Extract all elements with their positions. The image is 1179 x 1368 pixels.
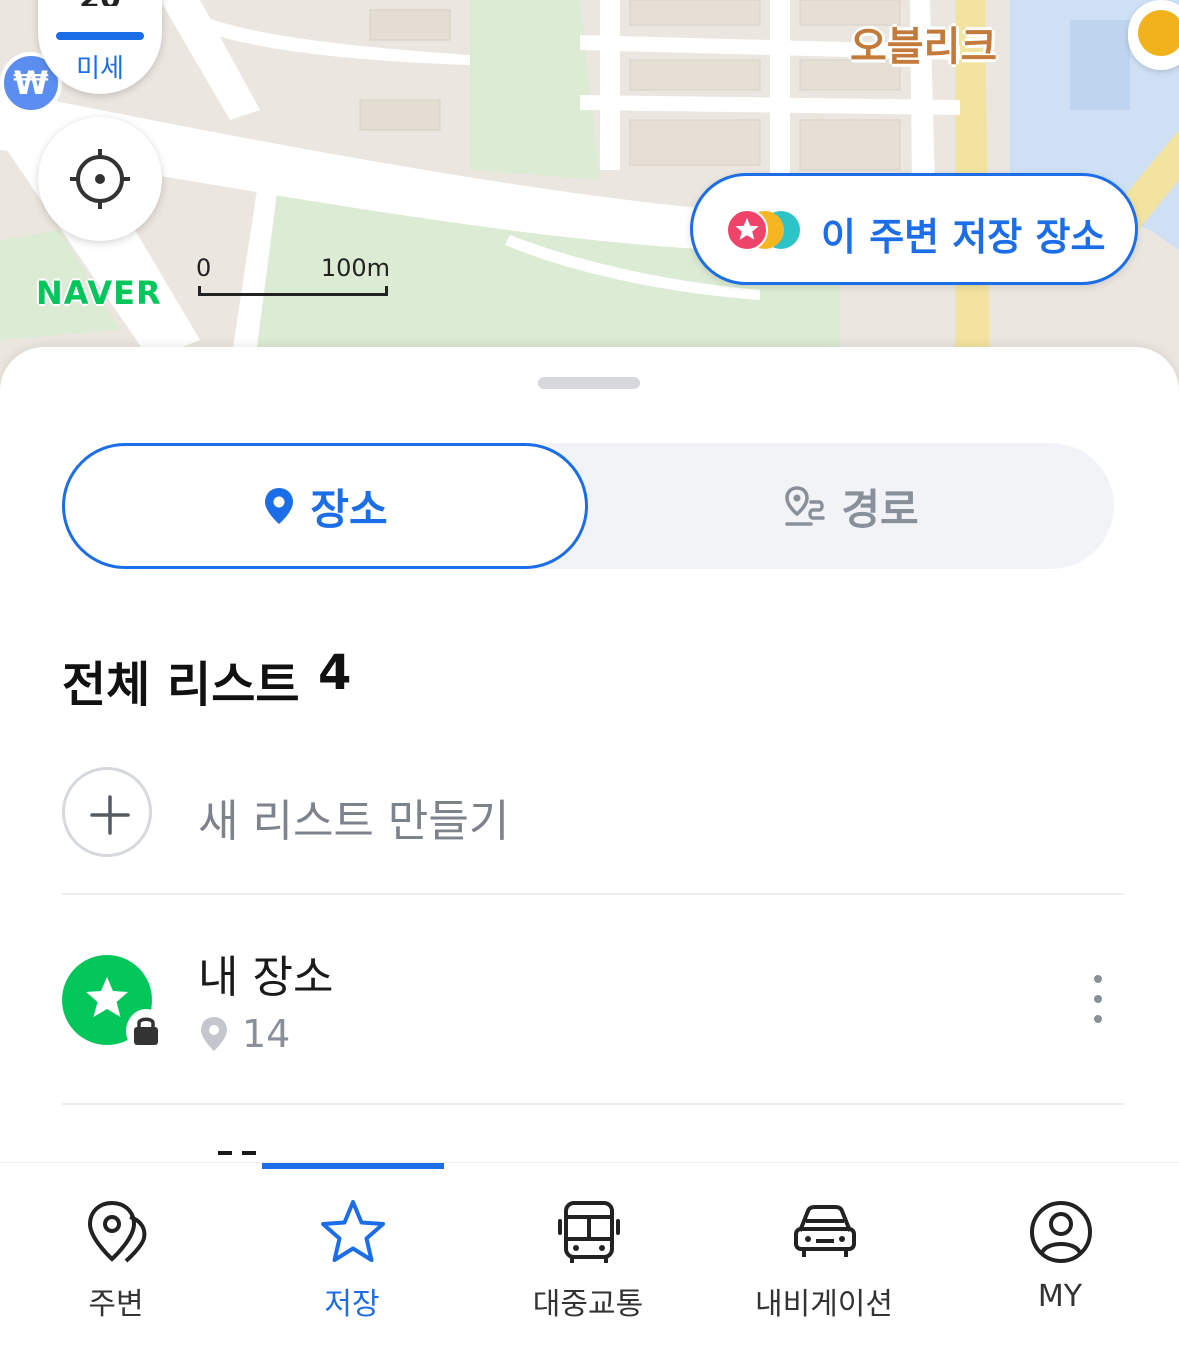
- route-icon: [785, 486, 826, 526]
- car-icon: [794, 1205, 856, 1257]
- list-item-my-places[interactable]: 내 장소 14: [62, 937, 1124, 1077]
- saved-lists-icon: [726, 209, 800, 251]
- plus-icon: [90, 795, 130, 835]
- star-icon: [86, 977, 128, 1017]
- new-list-button[interactable]: 새 리스트 만들기: [62, 767, 1124, 859]
- list-item-partial[interactable]: [62, 1147, 1124, 1163]
- bottom-navigation: 주변 저장 대중교통 내비게이션 MY: [0, 1162, 1179, 1368]
- saved-type-segmented-control: 장소 경로: [62, 443, 1114, 569]
- lock-icon: [134, 1017, 158, 1045]
- add-list-circle: [62, 767, 152, 857]
- list-item-count: 14: [242, 1012, 291, 1056]
- new-list-label: 새 리스트 만들기: [198, 796, 510, 847]
- more-options-icon[interactable]: [1086, 975, 1110, 1025]
- medal-icon: [1138, 10, 1179, 56]
- user-icon: [1030, 1201, 1092, 1263]
- map-view[interactable]: 오블리크 ₩ 20 미세 NAVER 0 100m 이 주변 저장 장소: [0, 0, 1179, 400]
- nav-my-label: MY: [1037, 1279, 1083, 1314]
- tab-place-label: 장소: [310, 484, 388, 534]
- list-item-name: 내 장소: [198, 952, 334, 1003]
- list-divider: [62, 1103, 1124, 1105]
- tab-place[interactable]: 장소: [62, 443, 588, 569]
- naver-logo: NAVER: [36, 274, 162, 312]
- nav-nearby[interactable]: 주변: [16, 1193, 216, 1333]
- all-lists-count: 4: [318, 645, 352, 701]
- location-pins-icon: [87, 1200, 147, 1263]
- fine-dust-label: 미세: [76, 54, 124, 84]
- list-divider: [62, 893, 1124, 895]
- all-lists-title: 전체 리스트: [62, 657, 300, 713]
- nearby-saved-places-label: 이 주변 저장 장소: [821, 215, 1106, 259]
- nearby-saved-places-button[interactable]: 이 주변 저장 장소: [690, 173, 1138, 285]
- bus-icon: [558, 1201, 620, 1263]
- nav-transit[interactable]: 대중교통: [488, 1193, 688, 1333]
- crosshair-icon: [70, 149, 130, 209]
- fine-dust-button[interactable]: 20 미세: [38, 0, 162, 94]
- sheet-drag-handle[interactable]: [538, 377, 640, 389]
- star-icon: [321, 1200, 385, 1262]
- nav-saved-label: 저장: [324, 1287, 380, 1322]
- current-location-button[interactable]: [38, 117, 162, 241]
- location-pin-icon: [201, 1017, 227, 1051]
- scale-zero-label: 0: [196, 254, 212, 282]
- nav-navigation[interactable]: 내비게이션: [724, 1193, 924, 1333]
- location-pin-icon: [265, 488, 294, 524]
- nav-nearby-label: 주변: [88, 1287, 144, 1322]
- private-badge: [126, 1009, 166, 1053]
- scale-line: [198, 286, 388, 296]
- tab-route[interactable]: 경로: [588, 443, 1114, 569]
- map-place-label[interactable]: 오블리크: [850, 14, 997, 72]
- fine-dust-bar: [56, 32, 144, 40]
- scale-distance-label: 100m: [320, 254, 390, 282]
- fine-dust-value: 20: [38, 0, 162, 6]
- nav-transit-label: 대중교통: [532, 1287, 644, 1322]
- active-tab-indicator: [262, 1163, 444, 1169]
- list-item-meta: 14: [198, 1009, 290, 1059]
- list-item-name-clipped: [198, 1151, 258, 1157]
- map-scale-bar: 0 100m: [196, 252, 390, 302]
- nav-saved[interactable]: 저장: [252, 1193, 452, 1333]
- nav-my[interactable]: MY: [960, 1193, 1160, 1333]
- tab-route-label: 경로: [841, 484, 919, 534]
- nav-navigation-label: 내비게이션: [755, 1287, 893, 1322]
